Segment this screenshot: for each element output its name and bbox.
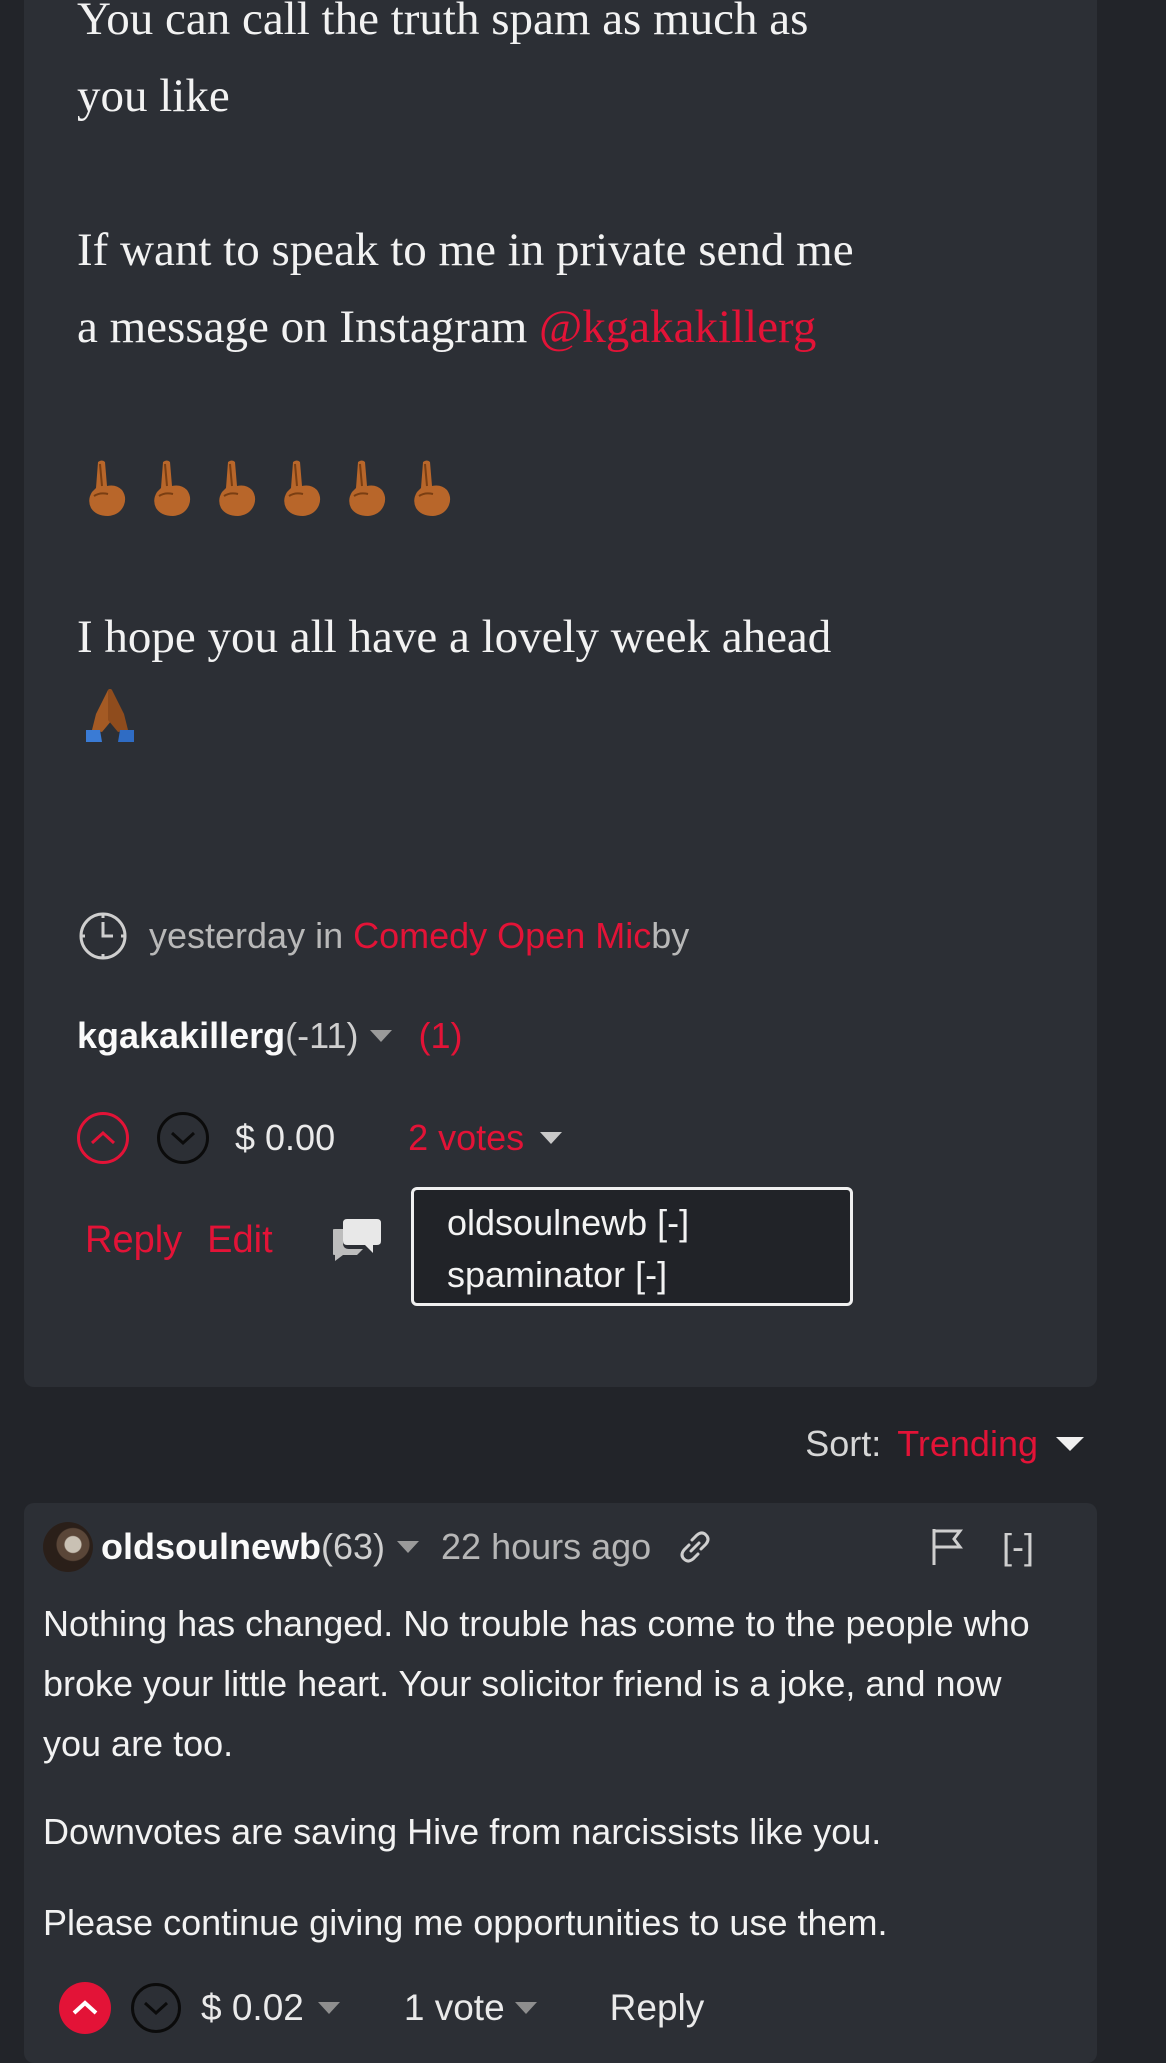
post-card <box>24 0 1097 1387</box>
post-vote-row: $ 0.00 2 votes <box>77 1108 563 1168</box>
author-reputation: (-11) <box>285 1015 359 1056</box>
comment-body-line: you are too. <box>43 1723 234 1764</box>
votes-caret-icon <box>540 1132 563 1144</box>
voters-list: oldsoulnewb [-] spaminator [-] <box>411 1187 853 1306</box>
comment-upvote-button[interactable] <box>59 1981 111 2034</box>
comment-body-line: broke your little heart. Your solicitor … <box>43 1663 1002 1704</box>
comment-author-link[interactable]: oldsoulnewb <box>101 1526 321 1568</box>
collapse-comment-button[interactable]: [-] <box>1002 1521 1034 1573</box>
post-text-line: If want to speak to me in private send m… <box>77 224 854 276</box>
comment-votes-dropdown[interactable]: 1 vote <box>404 1987 537 2029</box>
folded-hands-icon <box>86 689 134 742</box>
post-text-segment: a message on Instagram <box>77 301 540 353</box>
sort-label: Sort: <box>805 1423 882 1464</box>
index-pointing-up-icon <box>89 460 126 516</box>
upvote-button[interactable] <box>77 1112 129 1164</box>
index-pointing-up-icon <box>284 460 321 516</box>
comments-icon[interactable] <box>333 1215 383 1261</box>
sort-value[interactable]: Trending <box>897 1423 1038 1465</box>
comment-votes-label: 1 vote <box>403 1986 505 2028</box>
clock-icon <box>79 912 127 960</box>
sort-control[interactable]: Sort: Trending <box>805 1418 1084 1470</box>
post-meta: yesterday in Comedy Open Mic by <box>77 910 689 962</box>
post-text-line: a message on Instagram @kgakakillerg <box>77 289 816 366</box>
chevron-up-icon <box>72 1999 98 2014</box>
author-menu-caret-icon[interactable] <box>370 1030 393 1042</box>
index-pointing-up-icon <box>154 460 191 516</box>
voter-item[interactable]: spaminator [-] <box>447 1249 850 1301</box>
meta-by: by <box>651 915 690 956</box>
flag-icon[interactable] <box>930 1527 964 1567</box>
author-notification-badge[interactable]: (1) <box>418 1015 462 1057</box>
sort-caret-icon[interactable] <box>1056 1437 1084 1451</box>
comment-card <box>24 1503 1097 2063</box>
index-pointing-up-icon <box>219 460 256 516</box>
chevron-down-icon <box>143 2001 169 2015</box>
community-link[interactable]: Comedy Open Mic <box>353 915 651 957</box>
comment-time-link[interactable]: 22 hours ago <box>441 1526 651 1568</box>
post-time: yesterday in <box>149 915 344 956</box>
post-text-line: you like <box>77 70 230 122</box>
author-name-link[interactable]: kgakakillerg <box>77 1015 285 1057</box>
comment-payout-dropdown[interactable]: $ 0.02 <box>201 1987 340 2029</box>
reply-button[interactable]: Reply <box>85 1219 182 1262</box>
avatar[interactable] <box>43 1522 93 1572</box>
chevron-down-icon <box>170 1131 196 1146</box>
comment-payout: $ 0.02 <box>201 1986 304 2028</box>
comment-body-line: Nothing has changed. No trouble has come… <box>43 1603 1030 1644</box>
comment-author-caret-icon[interactable] <box>397 1541 420 1553</box>
post-votes-dropdown[interactable]: 2 votes <box>408 1117 563 1159</box>
post-text-line: You can call the truth spam as much as <box>77 0 809 45</box>
author-row: kgakakillerg (-11) (1) <box>77 1006 462 1066</box>
chevron-up-icon <box>90 1130 116 1145</box>
comment-actions: $ 0.02 1 vote Reply <box>59 1980 704 2035</box>
comment-header: oldsoulnewb (63) 22 hours ago <box>43 1521 715 1573</box>
comment-downvote-button[interactable] <box>131 1982 181 2033</box>
post-text-line: I hope you all have a lovely week ahead <box>77 611 832 663</box>
comment-reply-button[interactable]: Reply <box>610 1987 705 2029</box>
index-pointing-up-icon <box>349 460 386 516</box>
payout-caret-icon <box>317 2001 340 2014</box>
instagram-mention-link[interactable]: @kgakakillerg <box>539 301 816 353</box>
post-votes-label: 2 votes <box>408 1117 525 1158</box>
emoji-row <box>84 458 454 518</box>
voter-item[interactable]: oldsoulnewb [-] <box>447 1197 850 1249</box>
comment-body-line: Please continue giving me opportunities … <box>43 1902 888 1943</box>
permalink-icon[interactable] <box>675 1527 715 1567</box>
edit-button[interactable]: Edit <box>207 1219 272 1262</box>
post-actions: Reply Edit <box>85 1210 273 1270</box>
votes-caret-icon <box>514 2001 537 2014</box>
index-pointing-up-icon <box>414 460 451 516</box>
comment-body-line: Downvotes are saving Hive from narcissis… <box>43 1811 882 1852</box>
comment-author-reputation: (63) <box>321 1526 386 1567</box>
post-payout[interactable]: $ 0.00 <box>235 1117 335 1159</box>
downvote-button[interactable] <box>157 1112 209 1164</box>
